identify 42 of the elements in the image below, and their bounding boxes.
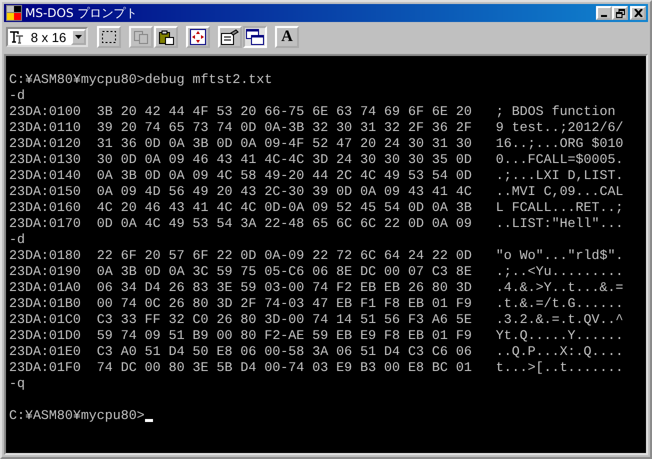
- clipboard-icon: [158, 30, 174, 44]
- properties-button[interactable]: [218, 26, 242, 48]
- close-button[interactable]: [630, 6, 646, 20]
- console-line: -q: [9, 376, 25, 392]
- ms-dos-icon: [6, 5, 22, 21]
- windows-icon: [246, 29, 264, 45]
- console-line: 23DA:01F0 74 DC 00 80 3E 5B D4 00-74 03 E9 B3 00 E8 BC 01 t...>[..t.......: [9, 360, 624, 376]
- dashed-rectangle-icon: [101, 30, 117, 44]
- console-line: C:¥ASM80¥mycpu80>: [9, 408, 145, 424]
- console-line: 23DA:0170 0D 0A 4C 49 53 54 3A 22-48 65 6C 6C 22 0D 0A 09 ..LIST:"Hell"...: [9, 216, 624, 232]
- font-button[interactable]: A: [275, 26, 299, 48]
- restore-button[interactable]: [612, 6, 628, 20]
- console-line: 23DA:0140 0A 3B 0D 0A 09 4C 58 49-20 44 2C 4C 49 53 54 0D .;...LXI D,LIST.: [9, 168, 624, 184]
- console-line: 23DA:0130 30 0D 0A 09 46 43 41 4C-4C 3D 24 30 30 30 35 0D 0...FCALL=$0005.: [9, 152, 624, 168]
- console-line: C:¥ASM80¥mycpu80>debug mftst2.txt: [9, 72, 272, 88]
- minimize-button[interactable]: [596, 6, 612, 20]
- mark-button[interactable]: [97, 26, 121, 48]
- fullscreen-button[interactable]: [186, 26, 210, 48]
- console-line: 23DA:0110 39 20 74 65 73 74 0D 0A-3B 32 30 31 32 2F 36 2F 9 test..;2012/6/: [9, 120, 624, 136]
- console-line: 23DA:0100 3B 20 42 44 4F 53 20 66-75 6E 63 74 69 6F 6E 20 ; BDOS function: [9, 104, 616, 120]
- console-line: 23DA:01D0 59 74 09 51 B9 00 80 F2-AE 59 EB E9 F8 EB 01 F9 Yt.Q.....Y......: [9, 328, 624, 344]
- console-line: -d: [9, 88, 25, 104]
- fullscreen-icon: [190, 29, 206, 45]
- paste-button[interactable]: [154, 26, 178, 48]
- console-line: 23DA:0180 22 6F 20 57 6F 22 0D 0A-09 22 72 6C 64 24 22 0D "o Wo"..."rld$".: [9, 248, 624, 264]
- console-line: 23DA:01C0 C3 33 FF 32 C0 26 80 3D-00 74 14 51 56 F3 A6 5E .3.2.&.=.t.QV..^: [9, 312, 624, 328]
- console-line: 23DA:0120 31 36 0D 0A 3B 0D 0A 09-4F 52 47 20 24 30 31 30 16..;...ORG $010: [9, 136, 624, 152]
- console-line: 23DA:0190 0A 3B 0D 0A 3C 59 75 05-C6 06 8E DC 00 07 C3 8E .;..<Yu.........: [9, 264, 624, 280]
- close-icon: [634, 9, 642, 17]
- console-line: 23DA:0160 4C 20 46 43 41 4C 4C 0D-0A 09 52 45 54 0D 0A 3B L FCALL...RET..;: [9, 200, 624, 216]
- console-line: 23DA:01B0 00 74 0C 26 80 3D 2F 74-03 47 EB F1 F8 EB 01 F9 .t.&.=/t.G......: [9, 296, 624, 312]
- restore-icon: [616, 8, 624, 18]
- properties-icon: [221, 29, 239, 45]
- font-size-dropdown[interactable]: 8 x 16: [6, 27, 88, 47]
- console-line: -d: [9, 232, 25, 248]
- console-line: 23DA:01E0 C3 A0 51 D4 50 E8 06 00-58 3A 06 51 D4 C3 C6 06 ..Q.P...X:.Q....: [9, 344, 624, 360]
- truetype-icon: [10, 30, 24, 44]
- console-line: 23DA:01A0 06 34 D4 26 83 3E 59 03-00 74 F2 EB EB 26 80 3D .4.&.>Y..t...&.=: [9, 280, 624, 296]
- copy-icon: [133, 30, 149, 44]
- dropdown-arrow-icon: [75, 35, 82, 39]
- window-title: MS-DOS プロンプト: [25, 4, 138, 22]
- console-line: 23DA:0150 0A 09 4D 56 49 20 43 2C-30 39 0D 0A 09 43 41 4C ..MVI C,09...CAL: [9, 184, 624, 200]
